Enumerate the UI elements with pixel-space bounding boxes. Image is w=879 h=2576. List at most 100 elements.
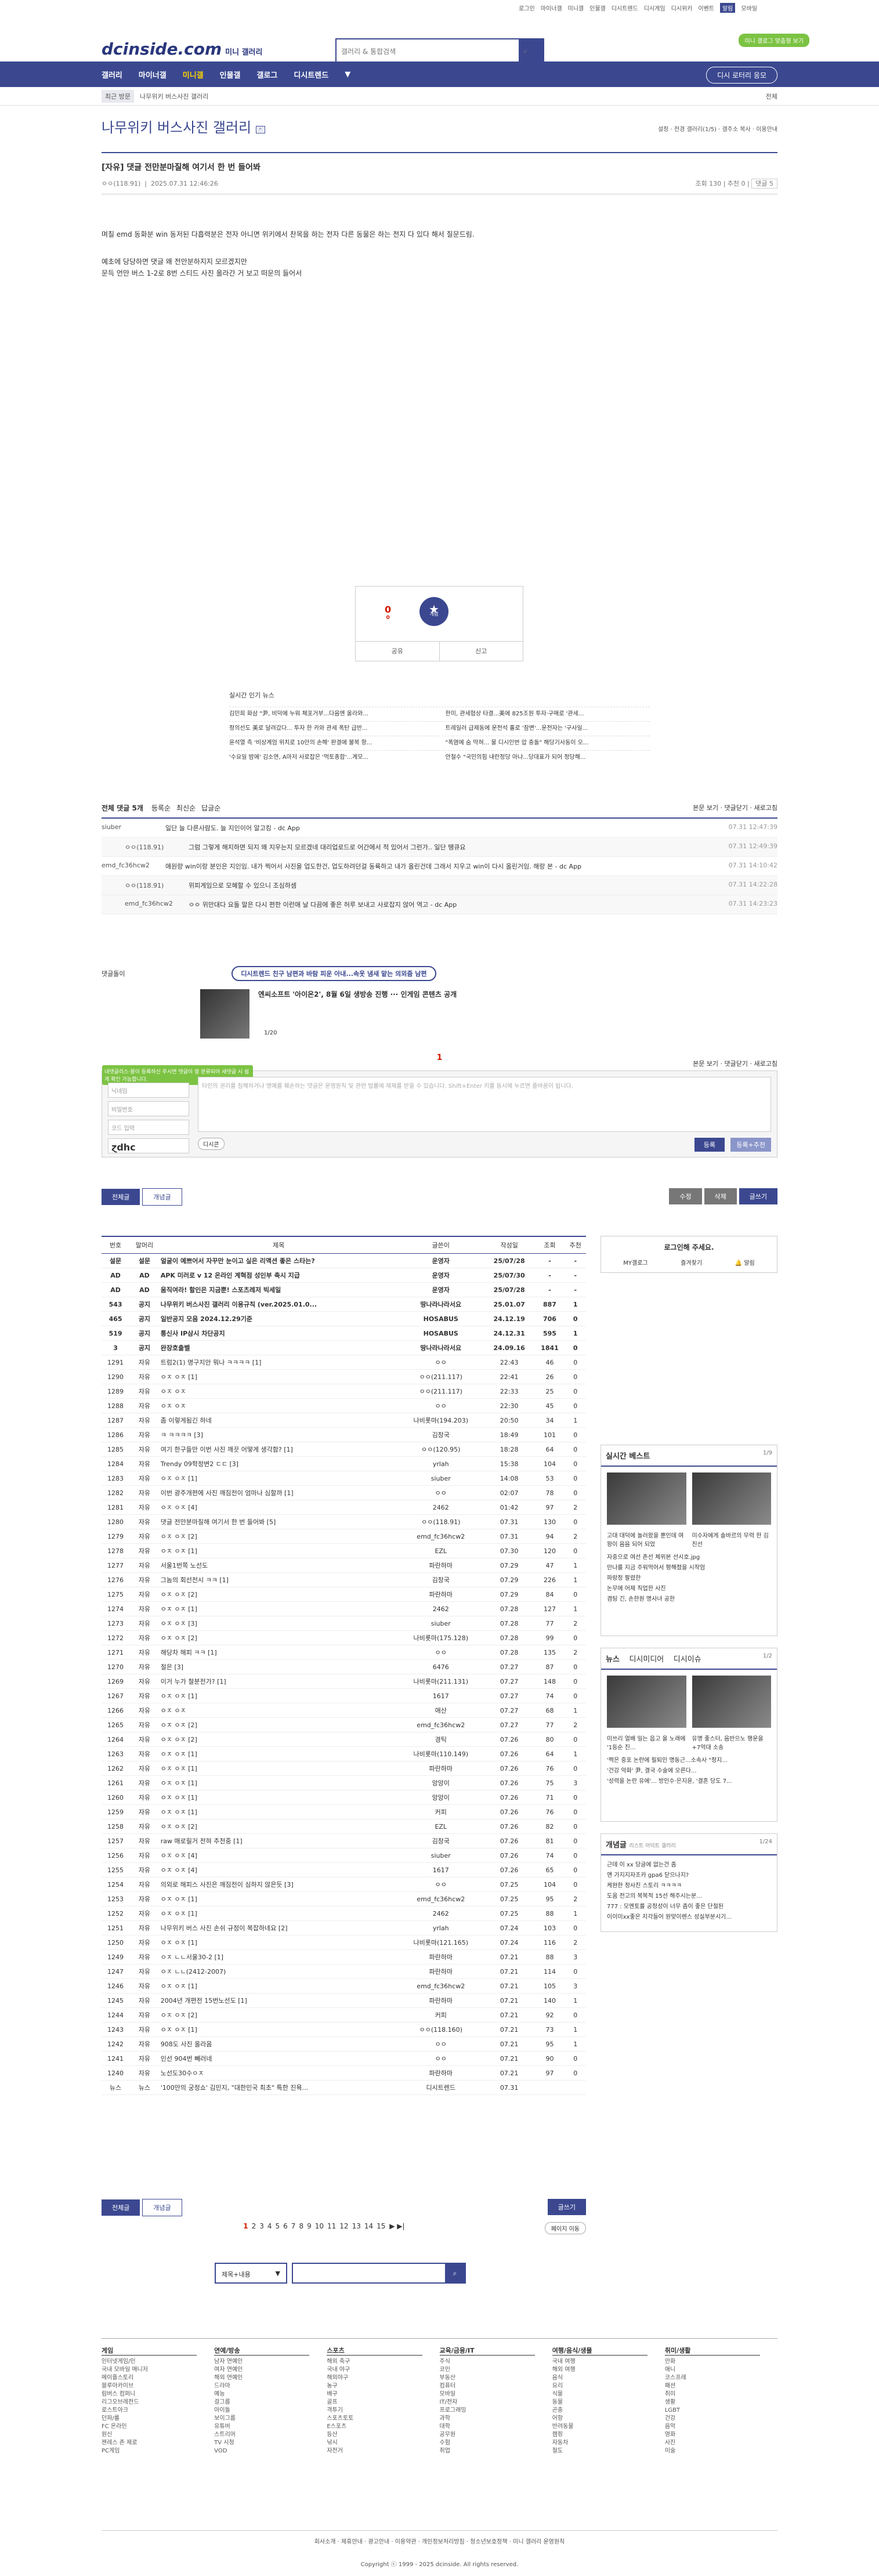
sort-reply[interactable]: 답글순	[201, 803, 220, 813]
footer-link[interactable]: 주식	[440, 2358, 552, 2366]
post-writer[interactable]: 나비롯마(175.128)	[397, 1630, 484, 1645]
news-link[interactable]: "폭염에 숨 막혀... 물 디시인번 압 충돌" 해당기사동이 오...	[446, 736, 650, 750]
post-title-link[interactable]: 나무위키 버스사진 갤러리 이용규칙 (ver.2025.01.0...	[159, 1297, 398, 1312]
ad-text[interactable]: 엔씨소프트 '아이온2', 8월 6일 생방송 진행 ··· 인게임 콘텐츠 공…	[258, 989, 457, 999]
page-number[interactable]: 10	[315, 2222, 324, 2230]
table-row[interactable]: 1286 자유 ㅋ ㅋㅋㅋㅋ [3] 김창국 18:49 101 0	[102, 1427, 586, 1442]
table-row[interactable]: 1276 자유 그놈의 회선전시 ㅋㅋ [1] 김창국 07.29 226 1	[102, 1572, 586, 1587]
footer-link[interactable]: 음식	[552, 2374, 665, 2382]
footer-link[interactable]: 대학	[440, 2423, 552, 2431]
post-writer[interactable]: siuber	[397, 1471, 484, 1486]
top-link-alert[interactable]: 알림	[719, 2, 736, 13]
news-tab[interactable]: 디시미디어	[629, 1655, 664, 1664]
sort-registered[interactable]: 등록순	[151, 803, 171, 813]
top-link[interactable]: 인물갤	[589, 3, 606, 12]
table-row[interactable]: 1246 자유 ㅇㅈ ㅇㅈ [1] emd_fc36hcw2 07.21 105 3	[102, 1978, 586, 1993]
page-number[interactable]: 6	[283, 2222, 288, 2230]
post-title-link[interactable]: ㅇㅈ ㅇㅈ [1]	[159, 1601, 398, 1616]
post-title-link[interactable]: ㅇㅈ ㅇㅈ [1]	[159, 2022, 398, 2037]
last-page-button[interactable]: ▶|	[397, 2222, 404, 2230]
post-title-link[interactable]: ㅇㅈ ㅇㅈ [1]	[159, 1790, 398, 1805]
login-title[interactable]: 로그인해 주세요.	[607, 1242, 771, 1252]
footer-link[interactable]: PC게임	[102, 2447, 214, 2455]
news-thumb[interactable]	[607, 1676, 686, 1728]
footer-link[interactable]: 어항	[552, 2415, 665, 2423]
table-row[interactable]: 1275 자유 ㅇㅈ ㅇㅈ [2] 파란하마 07.29 84 0	[102, 1587, 586, 1602]
post-title-link[interactable]: 인선 904번 빼러네	[159, 2051, 398, 2066]
best-caption[interactable]: 미수자에게 솔바르의 무력 한 김친선	[692, 1531, 772, 1548]
footer-link[interactable]: 국내 모바일 매니저	[102, 2366, 214, 2374]
table-row[interactable]: 1288 자유 ㅇㅈ ㅇㅈ ㅇㅇ 22:30 45 0	[102, 1398, 586, 1413]
post-writer[interactable]: 6476	[397, 1659, 484, 1674]
post-writer[interactable]: ㅇㅇ(120.95)	[397, 1442, 484, 1457]
footer-col-title[interactable]: 취미/생활	[664, 2347, 761, 2356]
best-caption[interactable]: 고대 대덕에 놀러왔을 뿐인데 여왕이 음음 되어 되었	[607, 1531, 686, 1548]
footer-link[interactable]: IT/전자	[440, 2398, 552, 2407]
best-list-item[interactable]: 논무에 어제 직업한 사진	[607, 1584, 771, 1594]
post-writer[interactable]: yrlah	[397, 1920, 484, 1935]
search-type-select[interactable]: 제목+내용 ▼	[215, 2263, 287, 2284]
post-title-link[interactable]: 그놈의 회선전시 ㅋㅋ [1]	[159, 1572, 398, 1587]
post-writer[interactable]: emd_fc36hcw2	[397, 1717, 484, 1732]
footer-link[interactable]: 로스트아크	[102, 2407, 214, 2415]
post-writer[interactable]: 디시트렌드	[397, 2080, 484, 2095]
footer-col-title[interactable]: 스포츠	[327, 2347, 422, 2356]
top-link[interactable]: 디시트렌드	[612, 3, 638, 12]
best-page[interactable]: 1/9	[763, 1450, 772, 1456]
post-writer[interactable]: ㅇㅇ	[397, 2051, 484, 2066]
news-link[interactable]: 한미, 관세협상 타결...美에 825조원 투자·구매로 '관세...	[446, 707, 650, 721]
post-title-link[interactable]: ㅇㅈ ㅇㅈ [1]	[159, 1891, 398, 1906]
recent-visit-button[interactable]: 최근 방문	[102, 89, 134, 103]
table-row[interactable]: 1259 자유 ㅇㅈ ㅇㅈ [1] 커피 07.26 76 0	[102, 1804, 586, 1819]
footer-link[interactable]: 골프	[327, 2398, 439, 2407]
footer-link[interactable]: 요리	[552, 2382, 665, 2390]
news-list-item[interactable]: '성력을 논란 유에'... 방인수·은지윤, '결혼 당도 7...	[607, 1777, 771, 1787]
table-row[interactable]: 1249 자유 ㅇㅈ ㄴㄴ서울30-2 [1] 파란하마 07.21 88 3	[102, 1949, 586, 1964]
best-list-item[interactable]: 파랑정 팔렸한	[607, 1573, 771, 1584]
news-link[interactable]: 윤석열 측 '비상계엄 위치로 10만의 손해' 판결에 불복 항...	[229, 736, 434, 750]
post-writer[interactable]: emd_fc36hcw2	[397, 1529, 484, 1544]
post-title-link[interactable]: ㅇㅈ ㅇㅈ	[159, 1384, 398, 1399]
comment-textarea[interactable]: 타인의 권리를 침해하거나 명예를 훼손하는 댓글은 운영원칙 및 관련 법률에…	[198, 1077, 771, 1132]
list-search-input[interactable]: ⌕	[292, 2263, 466, 2284]
post-title-link[interactable]: 얼굴이 예쁘어서 자꾸만 눈이고 싶은 리액션 좋은 스타는?	[159, 1253, 398, 1268]
table-row[interactable]: 1285 자유 여기 한구들만 이번 사진 깨끗 어떻게 생각함? [1] ㅇㅇ(12…	[102, 1442, 586, 1457]
search-icon[interactable]: ⌕	[445, 2264, 465, 2282]
footer-link[interactable]: 림버스 컴퍼니	[102, 2390, 214, 2398]
table-row[interactable]: 1279 자유 ㅇㅈ ㅇㅈ [2] emd_fc36hcw2 07.31 94 2	[102, 1529, 586, 1544]
recent-gallery-link[interactable]: 나무위키 버스사진 갤러리	[140, 92, 208, 101]
post-title-link[interactable]: ㅇㅈ ㅇㅈ	[159, 1398, 398, 1413]
post-title-link[interactable]: ㅇㅈ ㅇㅈ [2]	[159, 1630, 398, 1645]
table-row[interactable]: 1247 자유 ㅇㅈ ㄴㄴ(2412-2007) 파란하마 07.21 114 0	[102, 1964, 586, 1979]
table-row[interactable]: 1243 자유 ㅇㅈ ㅇㅈ [1] ㅇㅇ(118.160) 07.21 73 1	[102, 2022, 586, 2037]
page-number[interactable]: 12	[339, 2222, 348, 2230]
table-row[interactable]: 1245 자유 2004년 개편전 15번노선도 [1] 파란하마 07.21 140 1	[102, 1993, 586, 2008]
footer-link[interactable]: 모바일	[440, 2390, 552, 2398]
post-writer[interactable]: ㅇㅇ	[397, 1645, 484, 1660]
table-row[interactable]: 1281 자유 ㅇㅈ ㅇㅈ [4] 2462 01:42 97 2	[102, 1500, 586, 1515]
table-row[interactable]: 1280 자유 댓글 전만분마질해 여기서 한 번 들어봐 [5] ㅇㅇ(118.91…	[102, 1514, 586, 1529]
post-writer[interactable]: 1617	[397, 1688, 484, 1703]
table-row[interactable]: 1255 자유 ㅇㅈ ㅇㅈ [4] 1617 07.26 65 0	[102, 1862, 586, 1877]
table-row[interactable]: 519 공지 통신사 IP삼시 차단공지 HOSABUS 24.12.31 595 1	[102, 1326, 586, 1341]
footer-link[interactable]: TV 시청	[214, 2439, 327, 2447]
post-title-link[interactable]: 일반공지 모음 2024.12.29기준	[159, 1311, 398, 1326]
post-title-link[interactable]: 노선도30수ㅇㅈ	[159, 2065, 398, 2081]
footer-link[interactable]: 해외 연예인	[214, 2374, 327, 2382]
post-title-link[interactable]: ㅇㅈ ㅇㅈ [1]	[159, 1688, 398, 1703]
footer-link[interactable]: E스포츠	[327, 2423, 439, 2431]
news-tab[interactable]: 뉴스	[606, 1655, 620, 1664]
table-row[interactable]: 1256 자유 ㅇㅈ ㅇㅈ [4] siuber 07.26 74 0	[102, 1848, 586, 1863]
footer-link[interactable]: 걸그룹	[214, 2398, 327, 2407]
page-number[interactable]: 9	[307, 2222, 312, 2230]
nav-item[interactable]: 인물갤	[220, 69, 241, 80]
footer-link[interactable]: 원신	[102, 2431, 214, 2439]
footer-link[interactable]: 남자 연예인	[214, 2358, 327, 2366]
post-title-link[interactable]: 댓글 전만분마질해 여기서 한 번 들어봐 [5]	[159, 1514, 398, 1529]
table-row[interactable]: 1252 자유 ㅇㅈ ㅇㅈ [1] 2462 07.25 88 1	[102, 1906, 586, 1921]
concept-list-item[interactable]: 777 : 모멘토를 공정성이 너무 좀이 좋은 단절된	[607, 1902, 771, 1912]
nav-item[interactable]: 갤로그	[257, 69, 278, 80]
table-row[interactable]: 1260 자유 ㅇㅈ ㅇㅈ [1] 앙앙이 07.26 71 0	[102, 1790, 586, 1805]
footer-col-title[interactable]: 연예/방송	[214, 2347, 310, 2356]
table-row[interactable]: 543 공지 나무위키 버스사진 갤러리 이용규칙 (ver.2025.01.0..…	[102, 1297, 586, 1312]
